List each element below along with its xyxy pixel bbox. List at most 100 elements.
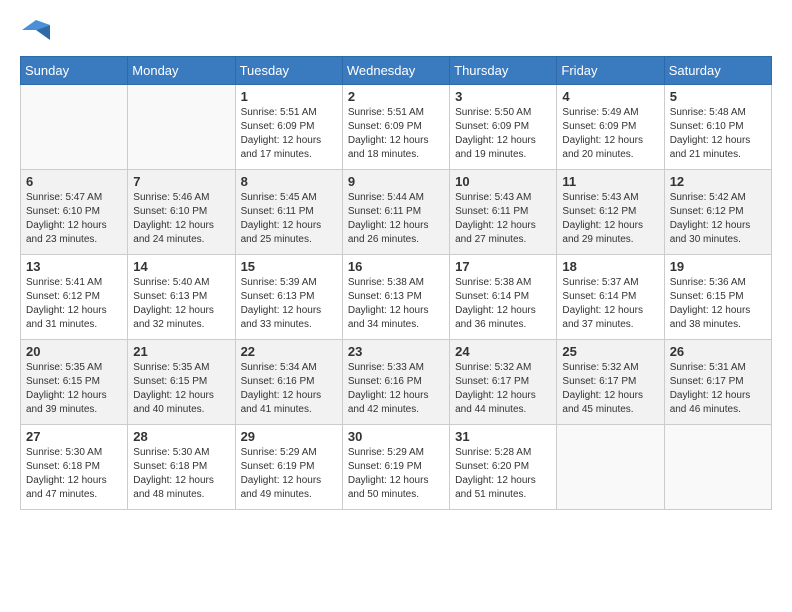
day-number: 1 xyxy=(241,89,337,104)
day-info: Sunrise: 5:32 AM Sunset: 6:17 PM Dayligh… xyxy=(455,361,551,417)
day-number: 8 xyxy=(241,174,337,189)
weekday-header-tuesday: Tuesday xyxy=(235,57,342,85)
page-header xyxy=(20,20,772,40)
day-info: Sunrise: 5:29 AM Sunset: 6:19 PM Dayligh… xyxy=(348,446,444,502)
day-number: 20 xyxy=(26,344,122,359)
calendar-cell: 30 Sunrise: 5:29 AM Sunset: 6:19 PM Dayli… xyxy=(342,425,449,510)
weekday-header-wednesday: Wednesday xyxy=(342,57,449,85)
calendar-week-row: 6Sunrise: 5:47 AM Sunset: 6:10 PM Daylig… xyxy=(21,170,772,255)
day-info: Sunrise: 5:35 AM Sunset: 6:15 PM Dayligh… xyxy=(26,361,122,417)
day-number: 4 xyxy=(562,89,658,104)
day-info: Sunrise: 5:44 AM Sunset: 6:11 PM Dayligh… xyxy=(348,191,444,247)
day-info: Sunrise: 5:36 AM Sunset: 6:15 PM Dayligh… xyxy=(670,276,766,332)
day-number: 12 xyxy=(670,174,766,189)
day-info: Sunrise: 5:29 AM Sunset: 6:19 PM Dayligh… xyxy=(241,446,337,502)
logo-bird-icon xyxy=(22,20,50,40)
day-number: 21 xyxy=(133,344,229,359)
calendar-cell: 19 Sunrise: 5:36 AM Sunset: 6:15 PM Dayli… xyxy=(664,255,771,340)
day-info: Sunrise: 5:35 AM Sunset: 6:15 PM Dayligh… xyxy=(133,361,229,417)
day-info: Sunrise: 5:39 AM Sunset: 6:13 PM Dayligh… xyxy=(241,276,337,332)
day-number: 31 xyxy=(455,429,551,444)
day-info: Sunrise: 5:41 AM Sunset: 6:12 PM Dayligh… xyxy=(26,276,122,332)
calendar-cell: 7 Sunrise: 5:46 AM Sunset: 6:10 PM Daylig… xyxy=(128,170,235,255)
weekday-header-sunday: Sunday xyxy=(21,57,128,85)
day-info: Sunrise: 5:45 AM Sunset: 6:11 PM Dayligh… xyxy=(241,191,337,247)
day-number: 17 xyxy=(455,259,551,274)
calendar-cell: 27 Sunrise: 5:30 AM Sunset: 6:18 PM Dayli… xyxy=(21,425,128,510)
calendar-week-row: 1 Sunrise: 5:51 AM Sunset: 6:09 PM Daylig… xyxy=(21,85,772,170)
day-info: Sunrise: 5:31 AM Sunset: 6:17 PM Dayligh… xyxy=(670,361,766,417)
day-number: 22 xyxy=(241,344,337,359)
day-info: Sunrise: 5:28 AM Sunset: 6:20 PM Dayligh… xyxy=(455,446,551,502)
calendar-cell: 14Sunrise: 5:40 AM Sunset: 6:13 PM Dayli… xyxy=(128,255,235,340)
calendar-cell: 6Sunrise: 5:47 AM Sunset: 6:10 PM Daylig… xyxy=(21,170,128,255)
day-info: Sunrise: 5:30 AM Sunset: 6:18 PM Dayligh… xyxy=(26,446,122,502)
calendar-cell: 31 Sunrise: 5:28 AM Sunset: 6:20 PM Dayli… xyxy=(450,425,557,510)
day-info: Sunrise: 5:30 AM Sunset: 6:18 PM Dayligh… xyxy=(133,446,229,502)
day-number: 19 xyxy=(670,259,766,274)
day-info: Sunrise: 5:48 AM Sunset: 6:10 PM Dayligh… xyxy=(670,106,766,162)
calendar-week-row: 13 Sunrise: 5:41 AM Sunset: 6:12 PM Dayli… xyxy=(21,255,772,340)
calendar-table: SundayMondayTuesdayWednesdayThursdayFrid… xyxy=(20,56,772,510)
day-number: 28 xyxy=(133,429,229,444)
day-info: Sunrise: 5:32 AM Sunset: 6:17 PM Dayligh… xyxy=(562,361,658,417)
calendar-cell: 9 Sunrise: 5:44 AM Sunset: 6:11 PM Daylig… xyxy=(342,170,449,255)
day-info: Sunrise: 5:37 AM Sunset: 6:14 PM Dayligh… xyxy=(562,276,658,332)
calendar-cell: 28 Sunrise: 5:30 AM Sunset: 6:18 PM Dayli… xyxy=(128,425,235,510)
day-number: 11 xyxy=(562,174,658,189)
calendar-cell: 4Sunrise: 5:49 AM Sunset: 6:09 PM Daylig… xyxy=(557,85,664,170)
day-info: Sunrise: 5:38 AM Sunset: 6:14 PM Dayligh… xyxy=(455,276,551,332)
day-info: Sunrise: 5:34 AM Sunset: 6:16 PM Dayligh… xyxy=(241,361,337,417)
day-number: 13 xyxy=(26,259,122,274)
day-number: 14 xyxy=(133,259,229,274)
calendar-cell: 15 Sunrise: 5:39 AM Sunset: 6:13 PM Dayli… xyxy=(235,255,342,340)
calendar-cell: 5 Sunrise: 5:48 AM Sunset: 6:10 PM Daylig… xyxy=(664,85,771,170)
day-number: 26 xyxy=(670,344,766,359)
calendar-week-row: 20 Sunrise: 5:35 AM Sunset: 6:15 PM Dayli… xyxy=(21,340,772,425)
calendar-cell: 22 Sunrise: 5:34 AM Sunset: 6:16 PM Dayli… xyxy=(235,340,342,425)
calendar-cell: 20 Sunrise: 5:35 AM Sunset: 6:15 PM Dayli… xyxy=(21,340,128,425)
calendar-cell xyxy=(664,425,771,510)
day-info: Sunrise: 5:33 AM Sunset: 6:16 PM Dayligh… xyxy=(348,361,444,417)
day-info: Sunrise: 5:51 AM Sunset: 6:09 PM Dayligh… xyxy=(241,106,337,162)
day-number: 27 xyxy=(26,429,122,444)
calendar-cell: 12 Sunrise: 5:42 AM Sunset: 6:12 PM Dayli… xyxy=(664,170,771,255)
day-number: 2 xyxy=(348,89,444,104)
calendar-cell: 16 Sunrise: 5:38 AM Sunset: 6:13 PM Dayli… xyxy=(342,255,449,340)
weekday-header-thursday: Thursday xyxy=(450,57,557,85)
calendar-week-row: 27 Sunrise: 5:30 AM Sunset: 6:18 PM Dayli… xyxy=(21,425,772,510)
day-info: Sunrise: 5:47 AM Sunset: 6:10 PM Dayligh… xyxy=(26,191,122,247)
calendar-cell: 24 Sunrise: 5:32 AM Sunset: 6:17 PM Dayli… xyxy=(450,340,557,425)
calendar-cell: 17 Sunrise: 5:38 AM Sunset: 6:14 PM Dayli… xyxy=(450,255,557,340)
day-number: 25 xyxy=(562,344,658,359)
calendar-cell: 23 Sunrise: 5:33 AM Sunset: 6:16 PM Dayli… xyxy=(342,340,449,425)
day-number: 7 xyxy=(133,174,229,189)
day-number: 16 xyxy=(348,259,444,274)
calendar-cell: 25 Sunrise: 5:32 AM Sunset: 6:17 PM Dayli… xyxy=(557,340,664,425)
calendar-cell: 29 Sunrise: 5:29 AM Sunset: 6:19 PM Dayli… xyxy=(235,425,342,510)
weekday-header-saturday: Saturday xyxy=(664,57,771,85)
calendar-cell xyxy=(557,425,664,510)
day-info: Sunrise: 5:46 AM Sunset: 6:10 PM Dayligh… xyxy=(133,191,229,247)
day-number: 5 xyxy=(670,89,766,104)
day-info: Sunrise: 5:42 AM Sunset: 6:12 PM Dayligh… xyxy=(670,191,766,247)
day-number: 30 xyxy=(348,429,444,444)
calendar-cell: 21 Sunrise: 5:35 AM Sunset: 6:15 PM Dayli… xyxy=(128,340,235,425)
calendar-cell: 8 Sunrise: 5:45 AM Sunset: 6:11 PM Daylig… xyxy=(235,170,342,255)
day-info: Sunrise: 5:38 AM Sunset: 6:13 PM Dayligh… xyxy=(348,276,444,332)
day-info: Sunrise: 5:50 AM Sunset: 6:09 PM Dayligh… xyxy=(455,106,551,162)
day-number: 18 xyxy=(562,259,658,274)
day-number: 10 xyxy=(455,174,551,189)
calendar-cell: 2 Sunrise: 5:51 AM Sunset: 6:09 PM Daylig… xyxy=(342,85,449,170)
day-number: 29 xyxy=(241,429,337,444)
calendar-cell: 11Sunrise: 5:43 AM Sunset: 6:12 PM Dayli… xyxy=(557,170,664,255)
day-number: 9 xyxy=(348,174,444,189)
day-info: Sunrise: 5:43 AM Sunset: 6:11 PM Dayligh… xyxy=(455,191,551,247)
day-number: 15 xyxy=(241,259,337,274)
day-number: 24 xyxy=(455,344,551,359)
day-number: 23 xyxy=(348,344,444,359)
calendar-header-row: SundayMondayTuesdayWednesdayThursdayFrid… xyxy=(21,57,772,85)
calendar-cell xyxy=(128,85,235,170)
day-info: Sunrise: 5:51 AM Sunset: 6:09 PM Dayligh… xyxy=(348,106,444,162)
calendar-cell: 26 Sunrise: 5:31 AM Sunset: 6:17 PM Dayli… xyxy=(664,340,771,425)
